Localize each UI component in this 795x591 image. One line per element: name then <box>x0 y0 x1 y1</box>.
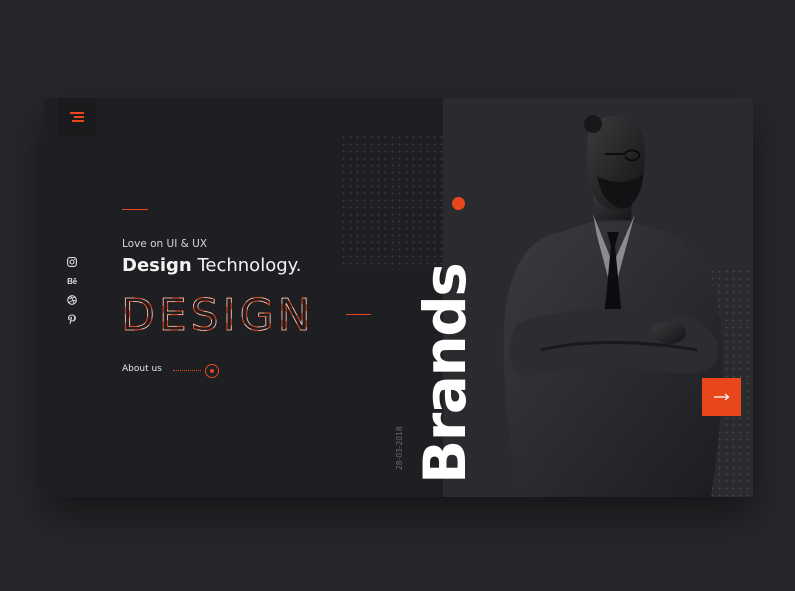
menu-button[interactable] <box>58 98 96 136</box>
pinterest-icon[interactable] <box>66 313 78 325</box>
accent-dash <box>122 209 148 210</box>
hero-card: Bē Love on UI & UX Design Technology. DE… <box>44 98 753 497</box>
tagline: Love on UI & UX <box>122 238 208 250</box>
design-outline-text-overlay: DESIGN <box>121 290 315 338</box>
brands-accent-dot <box>452 197 465 210</box>
design-outline-word: DESIGN DESIGN <box>120 290 326 343</box>
date-text: 28-03-2018 <box>395 426 404 470</box>
headline: Design Technology. <box>122 255 301 276</box>
photo-panel <box>443 98 753 497</box>
behance-icon[interactable]: Bē <box>66 275 78 287</box>
brands-vertical-title: Brands <box>411 198 479 484</box>
next-arrow-button[interactable] <box>702 378 741 416</box>
date-vertical: 28-03-2018 <box>394 424 406 470</box>
design-accent-line <box>346 314 371 315</box>
headline-bold: Design <box>122 255 192 276</box>
brands-word: Brands <box>411 263 479 484</box>
about-us-link[interactable]: About us <box>122 364 162 374</box>
hamburger-menu-icon <box>70 112 84 122</box>
headline-rest: Technology. <box>191 255 302 276</box>
arrow-right-icon <box>713 393 729 401</box>
portrait-image <box>503 115 724 497</box>
about-us-dotted-line <box>173 370 201 373</box>
social-links: Bē <box>66 256 80 325</box>
about-us-circle-icon[interactable] <box>205 364 219 378</box>
dribbble-icon[interactable] <box>66 294 78 306</box>
instagram-icon[interactable] <box>66 256 78 268</box>
